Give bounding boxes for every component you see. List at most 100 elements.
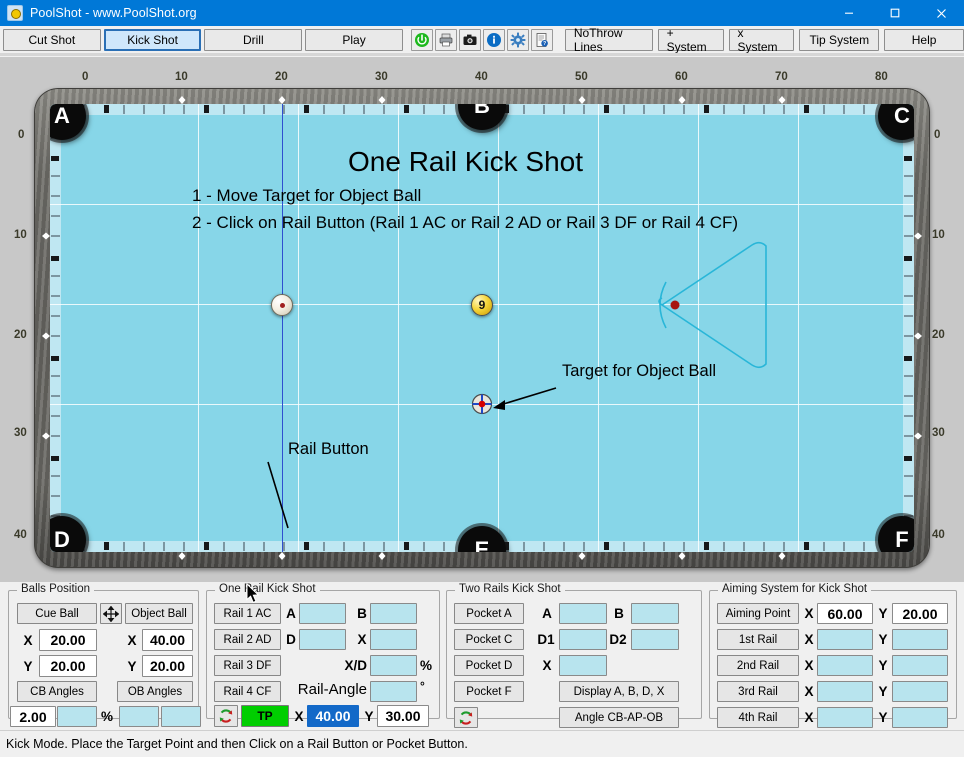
aiming-point-y-field[interactable]: 20.00 bbox=[892, 603, 948, 624]
cue-y-label: Y bbox=[23, 658, 33, 674]
help-button[interactable]: Help bbox=[884, 29, 964, 51]
first-rail-y-field[interactable] bbox=[892, 629, 948, 650]
second-rail-button[interactable]: 2nd Rail bbox=[717, 655, 799, 676]
panel-one-rail-title: One Rail Kick Shot bbox=[215, 583, 320, 595]
panel-balls-position: Balls Position Cue Ball Object Ball X 20… bbox=[8, 583, 201, 727]
cue-ball[interactable] bbox=[271, 294, 293, 316]
object-x-label: X bbox=[127, 632, 137, 648]
help-document-icon[interactable]: ? bbox=[530, 29, 553, 51]
target-point[interactable] bbox=[470, 392, 494, 416]
two-rails-b-label: B bbox=[614, 606, 624, 621]
rail-1-ac-button[interactable]: Rail 1 AC bbox=[214, 603, 281, 624]
fourth-rail-button[interactable]: 4th Rail bbox=[717, 707, 799, 728]
pocket-e-label: E bbox=[474, 537, 490, 552]
third-rail-x-field[interactable] bbox=[817, 681, 873, 702]
panel-balls-position-title: Balls Position bbox=[17, 583, 95, 595]
one-rail-x-field[interactable] bbox=[370, 629, 417, 650]
pocket-c-button[interactable]: Pocket C bbox=[454, 629, 524, 650]
ob-angle-1-field[interactable] bbox=[119, 706, 159, 727]
pocket-a-button[interactable]: Pocket A bbox=[454, 603, 524, 624]
object-x-field[interactable]: 40.00 bbox=[142, 629, 193, 651]
cue-x-field[interactable]: 20.00 bbox=[39, 629, 97, 651]
cb-angles-button[interactable]: CB Angles bbox=[17, 681, 97, 702]
one-rail-d-field[interactable] bbox=[299, 629, 346, 650]
tp-button[interactable]: TP bbox=[241, 705, 289, 727]
fourth-rail-x-label: X bbox=[804, 710, 814, 725]
table-step-2: 2 - Click on Rail Button (Rail 1 AC or R… bbox=[192, 213, 739, 232]
one-rail-b-field[interactable] bbox=[370, 603, 417, 624]
cb-angle-value-field[interactable]: 2.00 bbox=[10, 706, 56, 727]
tab-cut-shot[interactable]: Cut Shot bbox=[3, 29, 101, 51]
object-y-label: Y bbox=[127, 658, 137, 674]
display-abdx-button[interactable]: Display A, B, D, X bbox=[559, 681, 679, 702]
rail-2-ad-button[interactable]: Rail 2 AD bbox=[214, 629, 281, 650]
plus-system-button[interactable]: + System bbox=[657, 26, 724, 54]
aiming-point-x-field[interactable]: 60.00 bbox=[817, 603, 873, 624]
tab-drill[interactable]: Drill bbox=[204, 29, 303, 51]
minimize-icon[interactable] bbox=[826, 0, 872, 26]
object-ball-9[interactable]: 9 bbox=[471, 294, 493, 316]
tp-x-field[interactable]: 40.00 bbox=[307, 705, 359, 727]
two-rails-d1-field[interactable] bbox=[559, 629, 607, 650]
nothrow-lines-button[interactable]: NoThrow Lines bbox=[564, 26, 653, 54]
one-rail-degree-label: ° bbox=[420, 678, 425, 693]
cb-percent-label: % bbox=[100, 709, 113, 724]
move-arrows-icon[interactable] bbox=[100, 603, 122, 624]
second-rail-y-field[interactable] bbox=[892, 655, 948, 676]
one-rail-rail-angle-field[interactable] bbox=[370, 681, 417, 702]
aiming-point-y-label: Y bbox=[878, 606, 888, 621]
third-rail-button[interactable]: 3rd Rail bbox=[717, 681, 799, 702]
pocket-a-label: A bbox=[54, 104, 70, 128]
two-rails-d1-label: D1 bbox=[537, 632, 555, 647]
rail-4-cf-button[interactable]: Rail 4 CF bbox=[214, 681, 281, 702]
second-rail-x-field[interactable] bbox=[817, 655, 873, 676]
one-rail-b-label: B bbox=[357, 606, 367, 621]
two-rails-a-field[interactable] bbox=[559, 603, 607, 624]
object-y-field[interactable]: 20.00 bbox=[142, 655, 193, 677]
one-rail-d-label: D bbox=[286, 632, 296, 647]
power-icon[interactable] bbox=[410, 29, 433, 51]
second-rail-x-label: X bbox=[804, 658, 814, 673]
cb-angle-secondary-field[interactable] bbox=[57, 706, 97, 727]
cue-ball-button[interactable]: Cue Ball bbox=[17, 603, 97, 624]
info-icon[interactable] bbox=[482, 29, 505, 51]
object-ball-button[interactable]: Object Ball bbox=[125, 603, 193, 624]
pocket-c-label: C bbox=[894, 104, 910, 128]
close-icon[interactable] bbox=[918, 0, 964, 26]
pocket-f-button[interactable]: Pocket F bbox=[454, 681, 524, 702]
tp-y-label: Y bbox=[364, 708, 374, 724]
printer-icon[interactable] bbox=[434, 29, 457, 51]
tp-y-field[interactable]: 30.00 bbox=[377, 705, 429, 727]
rail-3-df-button[interactable]: Rail 3 DF bbox=[214, 655, 281, 676]
ruler-left-10: 10 bbox=[14, 229, 27, 241]
one-rail-xd-field[interactable] bbox=[370, 655, 417, 676]
two-rails-d2-field[interactable] bbox=[631, 629, 679, 650]
fourth-rail-y-field[interactable] bbox=[892, 707, 948, 728]
two-rails-b-field[interactable] bbox=[631, 603, 679, 624]
angle-cb-ap-ob-button[interactable]: Angle CB-AP-OB bbox=[559, 707, 679, 728]
first-rail-button[interactable]: 1st Rail bbox=[717, 629, 799, 650]
pocket-d-button[interactable]: Pocket D bbox=[454, 655, 524, 676]
aiming-point-button[interactable]: Aiming Point bbox=[717, 603, 799, 624]
tab-play[interactable]: Play bbox=[305, 29, 403, 51]
fourth-rail-x-field[interactable] bbox=[817, 707, 873, 728]
settings-gear-icon[interactable] bbox=[506, 29, 529, 51]
ob-angle-2-field[interactable] bbox=[161, 706, 201, 727]
first-rail-x-field[interactable] bbox=[817, 629, 873, 650]
one-rail-a-field[interactable] bbox=[299, 603, 346, 624]
third-rail-y-field[interactable] bbox=[892, 681, 948, 702]
maximize-icon[interactable] bbox=[872, 0, 918, 26]
refresh-icon[interactable] bbox=[214, 705, 238, 727]
refresh-icon[interactable] bbox=[454, 707, 478, 728]
two-rails-x-field[interactable] bbox=[559, 655, 607, 676]
cue-y-field[interactable]: 20.00 bbox=[39, 655, 97, 677]
tip-system-button[interactable]: Tip System bbox=[799, 29, 880, 51]
ob-angles-button[interactable]: OB Angles bbox=[117, 681, 193, 702]
aiming-point-x-label: X bbox=[804, 606, 814, 621]
ruler-right-20: 20 bbox=[932, 329, 945, 341]
camera-icon[interactable] bbox=[458, 29, 481, 51]
second-rail-y-label: Y bbox=[878, 658, 888, 673]
tab-kick-shot[interactable]: Kick Shot bbox=[103, 29, 202, 51]
pool-table[interactable]: One Rail Kick Shot 1 - Move Target for O… bbox=[34, 88, 930, 568]
x-system-button[interactable]: x System bbox=[728, 26, 795, 54]
